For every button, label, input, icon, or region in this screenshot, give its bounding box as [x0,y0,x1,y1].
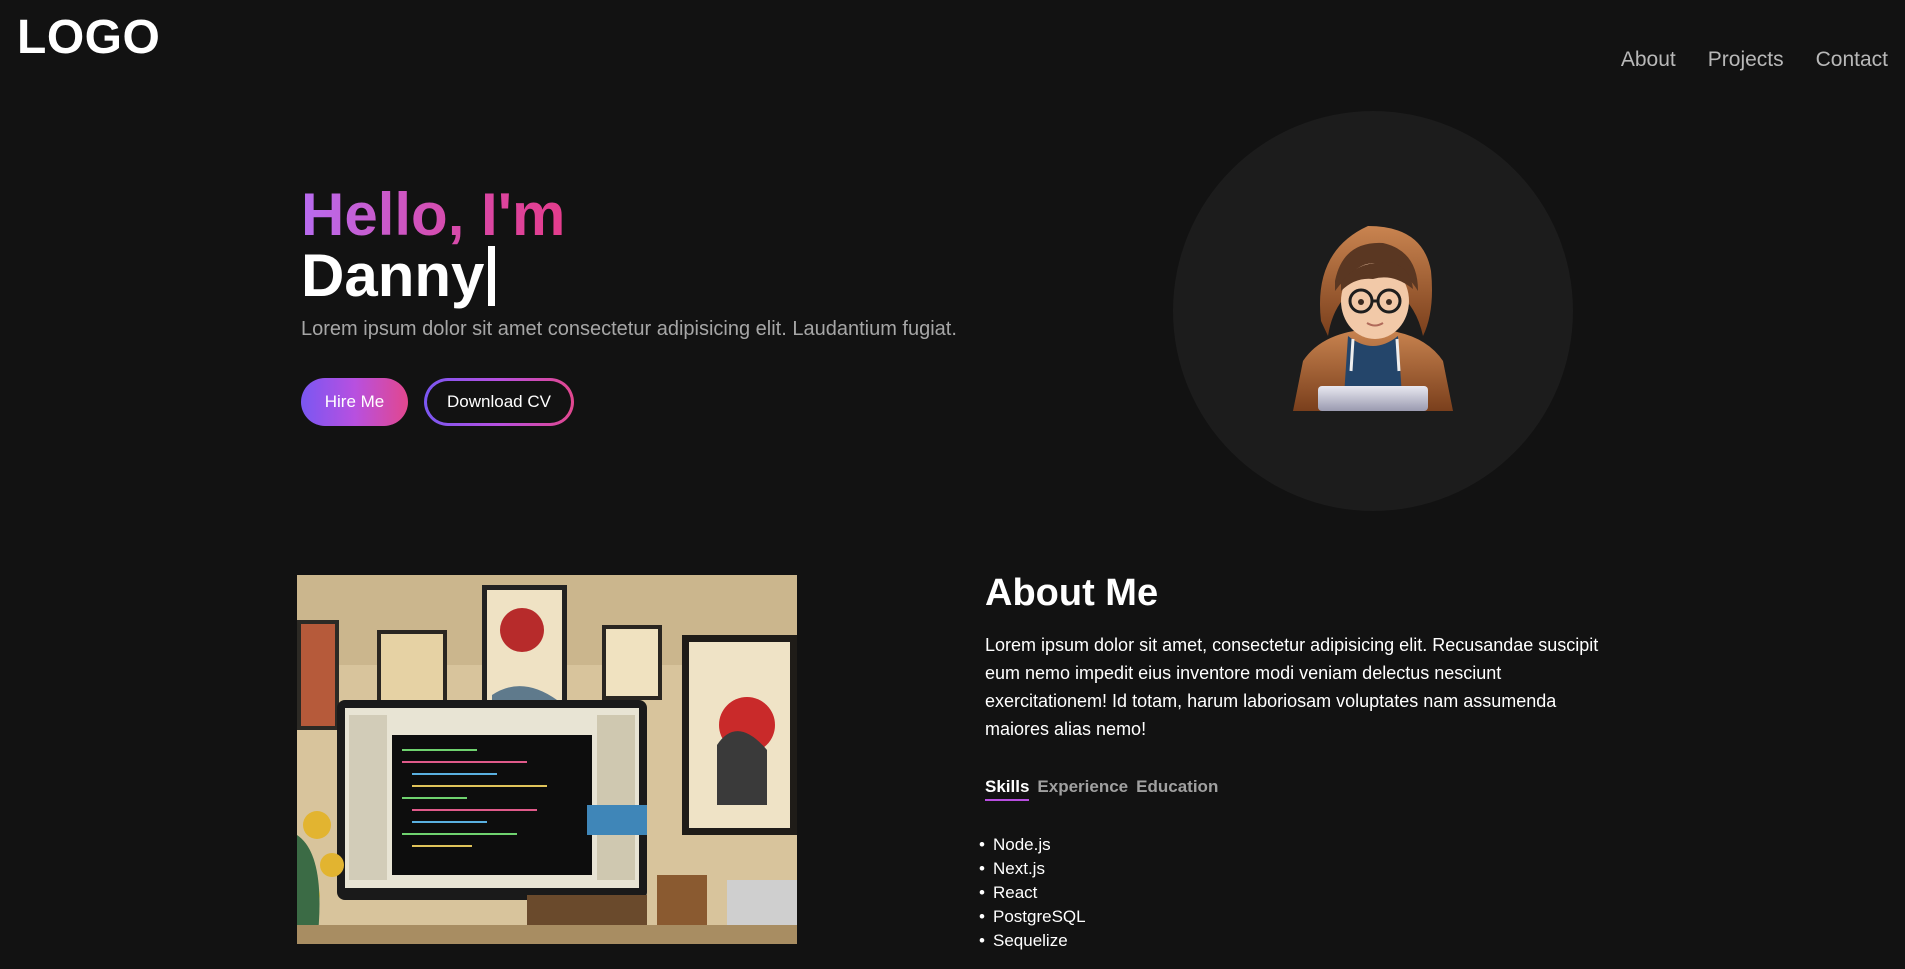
list-item: Node.js [979,833,1625,857]
nav-projects-link[interactable]: Projects [1708,48,1784,72]
about-title: About Me [985,572,1159,614]
workspace-artwork [297,575,797,944]
hero-name: Danny [301,246,1061,306]
list-item: PostgreSQL [979,905,1625,929]
about-tabs: Skills Experience Education [985,777,1625,801]
navbar: LOGO About Projects Contact [0,0,1905,100]
tab-education[interactable]: Education [1136,777,1218,801]
nav-contact-link[interactable]: Contact [1816,48,1888,72]
main-nav: About Projects Contact [1621,48,1888,72]
list-item: Next.js [979,857,1625,881]
tab-experience[interactable]: Experience [1037,777,1128,801]
hire-me-button[interactable]: Hire Me [301,378,408,426]
hero-section: Hello, I'm Danny Lorem ipsum dolor sit a… [301,184,1061,426]
skills-list: Node.js Next.js React PostgreSQL Sequeli… [979,833,1625,953]
hero-name-text: Danny [301,242,485,309]
nav-about-link[interactable]: About [1621,48,1676,72]
hero-buttons: Hire Me Download CV [301,378,1061,426]
workspace-illustration-image [297,575,797,944]
about-text: Lorem ipsum dolor sit amet, consectetur … [985,635,1599,739]
typing-cursor [488,246,496,306]
logo[interactable]: LOGO [17,10,160,65]
list-item: Sequelize [979,929,1625,953]
about-section: About Me Lorem ipsum dolor sit amet, con… [979,572,1625,969]
tab-skills[interactable]: Skills [985,777,1030,801]
hero-greeting: Hello, I'm [301,181,566,248]
developer-avatar-image [1293,226,1453,411]
download-cv-label: Download CV [427,381,571,423]
list-item: React [979,881,1625,905]
avatar-circle [1173,111,1573,511]
hero-description: Lorem ipsum dolor sit amet consectetur a… [301,318,957,340]
download-cv-button[interactable]: Download CV [424,378,574,426]
